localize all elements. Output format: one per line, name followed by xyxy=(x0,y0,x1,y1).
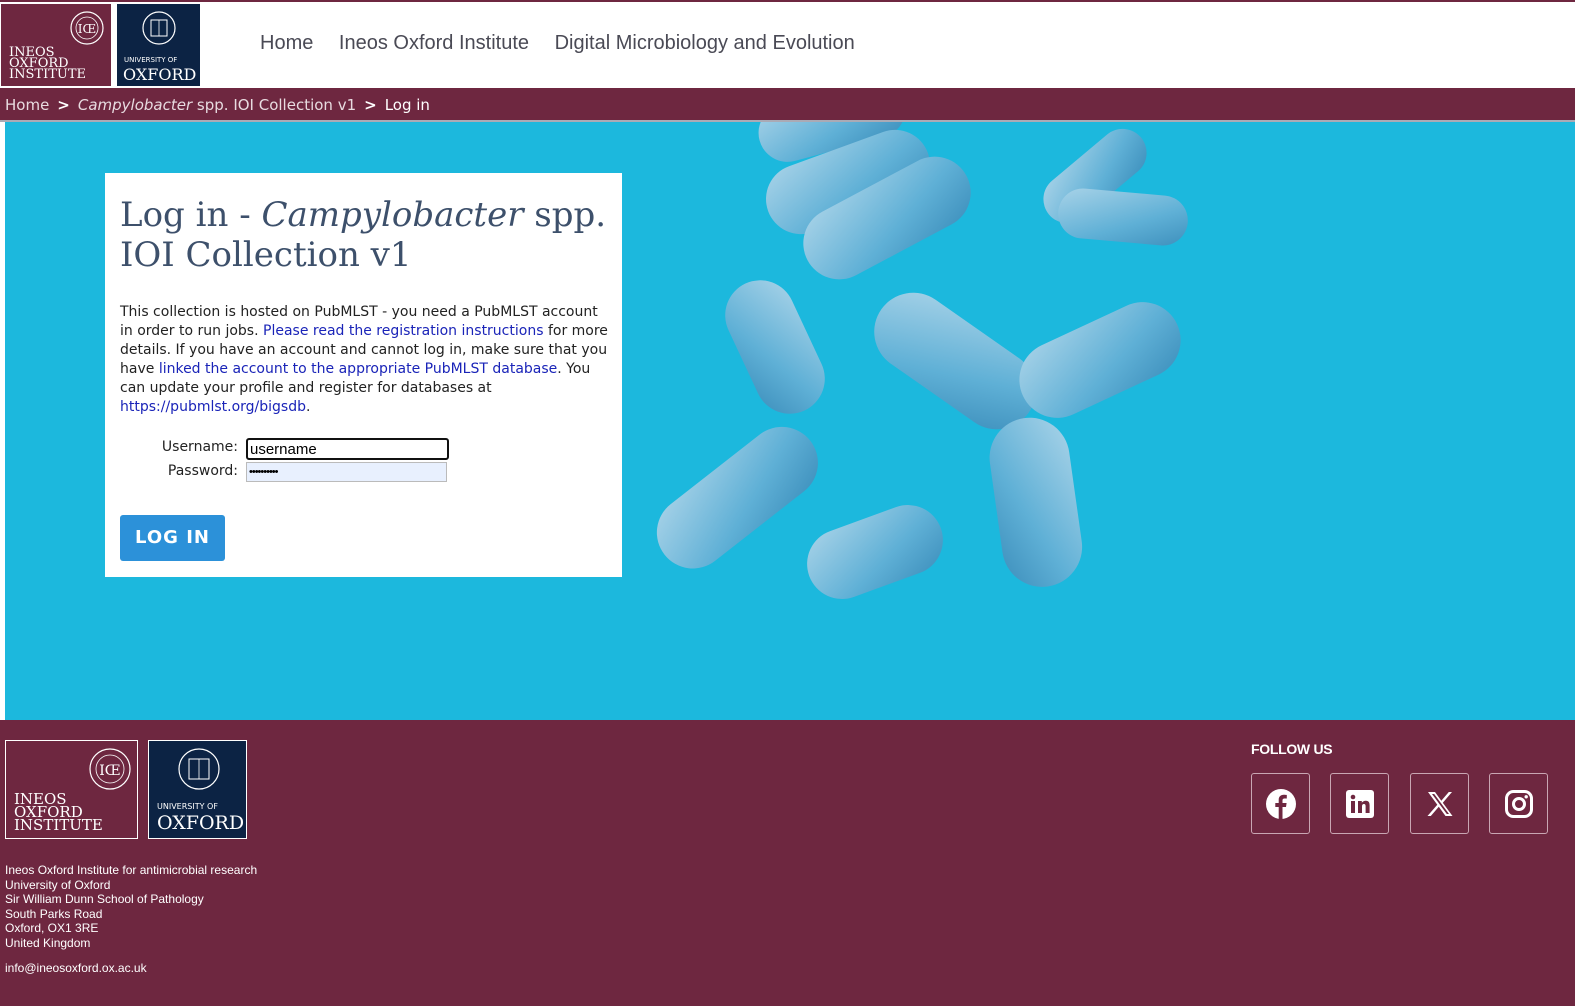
site-header: IŒ INEOS OXFORD INSTITUTE UNIVERSITY OF … xyxy=(0,2,1575,88)
page-title: Log in - Campylobacter spp. IOI Collecti… xyxy=(120,195,615,275)
address-line: Ineos Oxford Institute for antimicrobial… xyxy=(5,863,258,877)
oxford-big-text: OXFORD xyxy=(123,65,197,84)
address-line: Oxford, OX1 3RE xyxy=(5,921,99,935)
ineos-oxford-institute-logo[interactable]: IŒ INEOS OXFORD INSTITUTE xyxy=(1,4,111,86)
footer-address: Ineos Oxford Institute for antimicrobial… xyxy=(5,863,257,950)
facebook-icon xyxy=(1266,789,1296,819)
info-text-4: . xyxy=(306,399,311,415)
breadcrumb: Home > Campylobacter spp. IOI Collection v… xyxy=(5,96,430,114)
linked-account-link[interactable]: linked the account to the appropriate Pu… xyxy=(159,361,557,377)
breadcrumb-separator: > xyxy=(364,96,377,114)
login-button[interactable]: LOG IN xyxy=(120,515,225,561)
oxford-crest-icon xyxy=(142,11,176,45)
facebook-button[interactable] xyxy=(1251,773,1310,834)
footer-oxford-crest-icon xyxy=(178,748,220,790)
footer-ioi-crest-icon: IŒ xyxy=(89,748,131,790)
svg-text:IŒ: IŒ xyxy=(99,763,120,779)
address-line: South Parks Road xyxy=(5,906,103,921)
instagram-button[interactable] xyxy=(1489,773,1548,834)
breadcrumb-bar: Home > Campylobacter spp. IOI Collection v… xyxy=(0,88,1575,122)
footer-oxford-small-text: UNIVERSITY OF xyxy=(157,802,218,811)
footer-oxford-big-text: OXFORD xyxy=(157,812,245,834)
breadcrumb-current: Log in xyxy=(384,96,430,114)
address-line: Sir William Dunn School of Pathology xyxy=(5,892,204,906)
username-label: Username: xyxy=(161,439,238,455)
title-genus: Campylobacter xyxy=(261,195,524,235)
registration-instructions-link[interactable]: Please read the registration instruction… xyxy=(263,323,544,339)
instagram-icon xyxy=(1505,790,1533,818)
ioi-crest-icon: IŒ xyxy=(70,11,104,45)
site-footer: IŒ INEOS OXFORD INSTITUTE UNIVERSITY OF … xyxy=(0,720,1575,1006)
linkedin-button[interactable] xyxy=(1330,773,1389,834)
university-of-oxford-logo[interactable]: UNIVERSITY OF OXFORD xyxy=(117,4,200,86)
footer-logo-line-3: INSTITUTE xyxy=(14,816,103,834)
main-nav: Home Ineos Oxford Institute Digital Micr… xyxy=(260,32,875,55)
address-line: University of Oxford xyxy=(5,877,111,892)
logo-line-3: INSTITUTE xyxy=(9,67,87,82)
x-icon xyxy=(1427,792,1453,816)
username-input[interactable] xyxy=(246,438,449,460)
breadcrumb-collection-genus: Campylobacter xyxy=(77,96,193,114)
breadcrumb-separator: > xyxy=(57,96,70,114)
password-input[interactable]: •••••••••• xyxy=(246,462,447,482)
footer-ineos-oxford-institute-logo[interactable]: IŒ INEOS OXFORD INSTITUTE xyxy=(5,740,138,839)
x-button[interactable] xyxy=(1410,773,1469,834)
footer-university-of-oxford-logo[interactable]: UNIVERSITY OF OXFORD xyxy=(148,740,247,839)
linkedin-icon xyxy=(1346,790,1374,818)
breadcrumb-collection[interactable]: Campylobacter spp. IOI Collection v1 xyxy=(78,96,356,114)
nav-digital-microbiology[interactable]: Digital Microbiology and Evolution xyxy=(555,32,855,54)
login-info-text: This collection is hosted on PubMLST - y… xyxy=(120,303,610,417)
breadcrumb-collection-rest: spp. IOI Collection v1 xyxy=(196,96,357,114)
title-prefix: Log in - xyxy=(120,195,262,235)
nav-home[interactable]: Home xyxy=(260,32,313,54)
bigsdb-link[interactable]: https://pubmlst.org/bigsdb xyxy=(120,399,306,415)
footer-email-link[interactable]: info@ineosoxford.ox.ac.uk xyxy=(5,961,147,975)
follow-us-heading: FOLLOW US xyxy=(1251,741,1333,757)
svg-text:IŒ: IŒ xyxy=(78,22,96,36)
nav-ineos-oxford-institute[interactable]: Ineos Oxford Institute xyxy=(339,32,529,54)
login-card: Log in - Campylobacter spp. IOI Collecti… xyxy=(105,173,622,577)
address-line: United Kingdom xyxy=(5,935,91,950)
oxford-small-text: UNIVERSITY OF xyxy=(124,56,178,64)
breadcrumb-home[interactable]: Home xyxy=(5,96,49,114)
password-label: Password: xyxy=(167,463,238,479)
